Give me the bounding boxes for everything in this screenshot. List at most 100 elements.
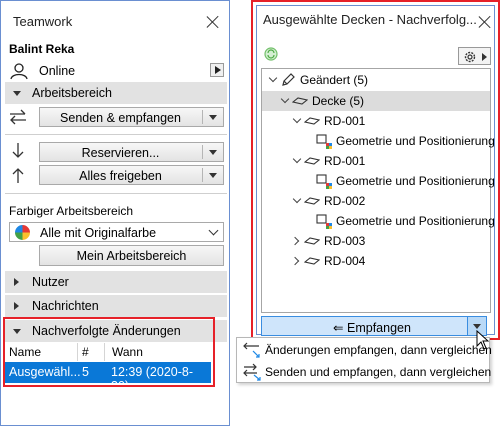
chevron-down-icon [13,329,21,334]
tree-item-change-detail[interactable]: Geometrie und Positionierung [262,171,495,191]
chevron-down-icon[interactable] [292,194,302,204]
receive-compare-icon [243,342,260,358]
slab-icon [304,257,320,265]
divider [202,145,203,159]
geometry-change-icon [316,174,332,189]
divider [104,343,105,361]
reserve-label: Reservieren... [81,146,160,160]
receive-options-menu: Änderungen empfangen, dann vergleichen S… [236,337,492,383]
chevron-right-icon[interactable] [290,256,300,266]
tree-label: RD-001 [324,154,366,168]
row-when: 12:39 (2020-8-30) [111,365,194,393]
slab-icon [304,197,320,205]
chevron-down-icon[interactable] [292,154,302,164]
tree-item-change-detail[interactable]: Geometrie und Positionierung [262,211,495,231]
section-label: Nutzer [32,275,69,289]
tree-item-slab[interactable]: RD-002 [262,191,490,211]
slab-icon [292,97,308,105]
select-value: Alle mit Originalfarbe [40,226,157,240]
chevron-down-icon[interactable] [292,114,302,124]
tree-label: RD-003 [324,234,366,248]
menu-item-send-receive-compare[interactable]: Senden und empfangen, dann vergleichen [237,361,491,383]
tree-item-changed[interactable]: Geändert (5) [262,70,490,90]
slab-icon [304,157,320,165]
chevron-down-icon[interactable] [280,94,290,104]
tree-label: RD-001 [324,114,366,128]
section-label: Arbeitsbereich [32,86,112,100]
column-header-count[interactable]: # [82,345,89,359]
tree-item-slab[interactable]: RD-003 [262,231,490,251]
geometry-change-icon [316,214,332,229]
divider [202,110,203,124]
chevron-right-icon [482,53,487,61]
menu-item-receive-compare[interactable]: Änderungen empfangen, dann vergleichen [237,339,492,361]
close-icon[interactable] [478,15,492,29]
dropdown-arrow-icon[interactable] [209,115,217,120]
menu-item-label: Änderungen empfangen, dann vergleichen [265,343,492,357]
pencil-icon [282,73,295,86]
refresh-icon[interactable] [263,46,279,62]
section-users[interactable]: Nutzer [5,271,227,293]
row-name: Ausgewähl... [9,365,81,379]
arrow-left-icon: ⇐ [333,321,347,335]
send-receive-button[interactable]: Senden & empfangen [39,107,224,127]
chevron-down-icon[interactable] [268,73,278,83]
tree-label: Geometrie und Positionierung [336,174,495,188]
chevron-right-icon[interactable] [290,236,300,246]
mouse-cursor-icon [476,330,490,350]
dropdown-arrow-icon[interactable] [209,173,217,178]
teamwork-panel: Teamwork Balint Reka Online Arbeitsberei… [0,0,230,426]
chevron-right-icon [14,278,19,286]
gear-icon [464,51,476,63]
user-icon [10,63,28,80]
send-receive-icon [10,109,26,125]
chevron-right-icon [14,302,19,310]
divider [202,168,203,182]
table-row[interactable]: Ausgewähl... 5 12:39 (2020-8-30) [5,362,211,393]
panel-title: Teamwork [13,14,73,29]
slab-icon [304,117,320,125]
tree-label: Geändert (5) [300,73,369,87]
my-workspace-button[interactable]: Mein Arbeitsbereich [39,245,224,266]
send-receive-compare-icon [243,363,261,381]
user-status: Online [39,64,76,78]
section-messages[interactable]: Nachrichten [5,295,227,317]
release-all-button[interactable]: Alles freigeben [39,165,224,185]
section-tracked-changes[interactable]: Nachverfolgte Änderungen [5,320,227,342]
row-count: 5 [82,365,89,379]
workspace-color-select[interactable]: Alle mit Originalfarbe [9,222,224,242]
close-icon[interactable] [206,15,220,29]
tracked-changes-panel: Ausgewählte Decken - Nachverfolg... Geän… [251,0,500,340]
chevron-down-icon [13,91,21,96]
tree-label: Geometrie und Positionierung [336,214,495,228]
geometry-change-icon [316,134,332,149]
status-menu-button[interactable] [210,63,224,77]
release-all-label: Alles freigeben [79,169,162,183]
tree-item-slab[interactable]: RD-001 [262,151,490,171]
receive-label: ⇐ Empfangen [262,320,482,335]
section-label: Nachverfolgte Änderungen [32,324,181,338]
tree-item-slab[interactable]: RD-001 [262,111,490,131]
reserve-arrow-icon [12,143,24,158]
receive-text: Empfangen [347,321,411,335]
reserve-button[interactable]: Reservieren... [39,142,224,162]
tree-item-change-detail[interactable]: Geometrie und Positionierung [262,131,495,151]
tree-label: Geometrie und Positionierung [336,134,495,148]
section-workspace[interactable]: Arbeitsbereich [5,82,227,104]
settings-button[interactable] [458,47,491,65]
column-header-when[interactable]: Wann [112,345,143,359]
changes-tree: Geändert (5) Decke (5) RD-001 Geometrie … [261,68,495,313]
tree-label: RD-004 [324,254,366,268]
receive-button[interactable]: ⇐ Empfangen [261,316,483,336]
tree-item-slab[interactable]: RD-004 [262,251,490,271]
tree-item-slab-group[interactable]: Decke (5) [262,91,490,111]
panel-title: Ausgewählte Decken - Nachverfolg... [263,12,477,27]
dropdown-arrow-icon[interactable] [209,150,217,155]
user-name: Balint Reka [9,42,75,56]
column-header-name[interactable]: Name [9,345,41,359]
send-receive-label: Senden & empfangen [60,111,181,125]
chevron-down-icon [208,225,219,236]
divider [5,134,227,135]
section-label: Nachrichten [32,299,99,313]
divider [77,343,78,361]
